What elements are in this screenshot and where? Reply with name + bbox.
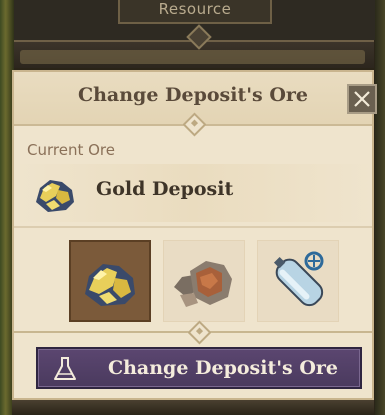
current-ore-name: Gold Deposit bbox=[96, 178, 234, 200]
change-ore-button[interactable]: Change Deposit's Ore bbox=[36, 347, 362, 389]
ore-option-gold[interactable] bbox=[69, 240, 151, 322]
gold-ore-icon bbox=[36, 180, 74, 212]
divider bbox=[14, 226, 372, 228]
gas-canister-icon bbox=[273, 251, 324, 307]
change-ore-dialog: Change Deposit's Ore Current Ore Gold De… bbox=[12, 70, 377, 400]
close-button[interactable] bbox=[347, 84, 377, 114]
ore-option-copper[interactable] bbox=[163, 240, 245, 322]
background-map-right bbox=[375, 0, 385, 415]
flask-icon bbox=[54, 357, 76, 380]
background-slot bbox=[20, 50, 365, 64]
background-bottom bbox=[12, 400, 374, 415]
gold-ore-icon bbox=[85, 264, 135, 306]
change-ore-button-label: Change Deposit's Ore bbox=[107, 357, 339, 379]
ore-option-gas[interactable] bbox=[257, 240, 339, 322]
resource-tab-label: Resource bbox=[158, 0, 232, 18]
current-ore-label: Current Ore bbox=[27, 141, 115, 159]
resource-tab[interactable]: Resource bbox=[118, 0, 272, 24]
copper-ore-icon bbox=[174, 261, 232, 307]
close-icon bbox=[354, 91, 370, 107]
ore-options bbox=[69, 240, 339, 325]
dialog-title: Change Deposit's Ore bbox=[77, 84, 309, 106]
